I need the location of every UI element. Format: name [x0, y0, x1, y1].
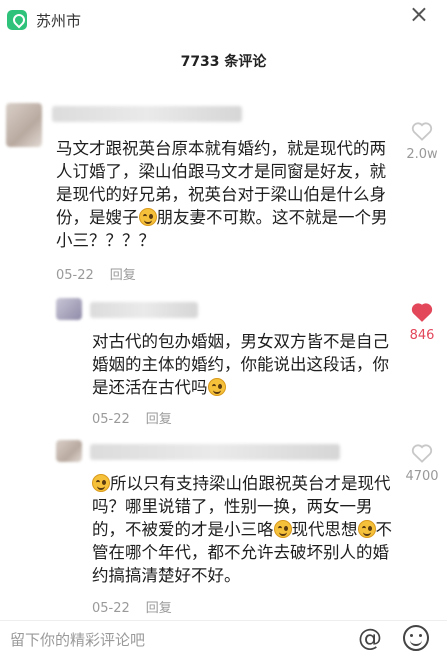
heart-filled-icon	[411, 303, 433, 322]
top-bar: 苏州市 ×	[0, 0, 447, 42]
smile-emoji	[273, 520, 292, 538]
comment-text: 对古代的包办婚姻，男女双方皆不是自己婚姻的主体的婚约，你能说出这段话，你是还活在…	[92, 332, 389, 397]
heart-outline-icon	[411, 122, 433, 141]
comment-text: 马文才跟祝英台原本就有婚约，就是现代的两人订婚了，梁山伯跟马文才是同窗是好友，就…	[56, 139, 388, 250]
smile-emoji	[92, 474, 110, 492]
reply-button[interactable]: 回复	[110, 268, 136, 283]
like-button[interactable]: 4700	[402, 443, 442, 484]
reply-button[interactable]: 回复	[146, 412, 172, 427]
comment-meta: 05-22 回复	[92, 408, 172, 427]
like-button[interactable]: 846	[402, 302, 442, 343]
like-count: 2.0w	[406, 147, 438, 162]
comment-count-title: 7733 条评论	[180, 54, 267, 70]
close-icon[interactable]: ×	[409, 2, 429, 26]
comment-meta: 05-22 回复	[92, 597, 172, 616]
smile-emoji	[207, 378, 226, 396]
location-label[interactable]: 苏州市	[36, 10, 81, 31]
smile-emoji	[357, 520, 376, 538]
comment-input-bar: 留下你的精彩评论吧 @	[0, 620, 447, 656]
avatar[interactable]	[56, 440, 82, 462]
comment-date: 05-22	[56, 268, 94, 283]
avatar[interactable]	[56, 298, 82, 320]
avatar[interactable]	[6, 103, 42, 147]
smile-emoji	[138, 208, 157, 226]
like-count: 846	[409, 328, 435, 343]
comment-input[interactable]: 留下你的精彩评论吧	[10, 629, 145, 650]
username-blurred[interactable]	[90, 302, 198, 318]
username-blurred[interactable]	[52, 106, 242, 122]
comment-meta: 05-22 回复	[56, 264, 136, 283]
heart-outline-icon	[411, 444, 433, 463]
location-icon[interactable]	[7, 10, 27, 30]
comment-text: 所以只有支持梁山伯跟祝英台才是现代吗？哪里说错了，性别一换，两女一男的，不被爱的…	[92, 474, 392, 585]
mention-icon[interactable]: @	[358, 624, 382, 652]
like-button[interactable]: 2.0w	[402, 121, 442, 162]
comment-date: 05-22	[92, 412, 130, 427]
reply-button[interactable]: 回复	[146, 601, 172, 616]
comment-date: 05-22	[92, 601, 130, 616]
like-count: 4700	[405, 469, 439, 484]
username-blurred[interactable]	[90, 444, 340, 460]
emoji-picker-icon[interactable]	[403, 625, 429, 651]
